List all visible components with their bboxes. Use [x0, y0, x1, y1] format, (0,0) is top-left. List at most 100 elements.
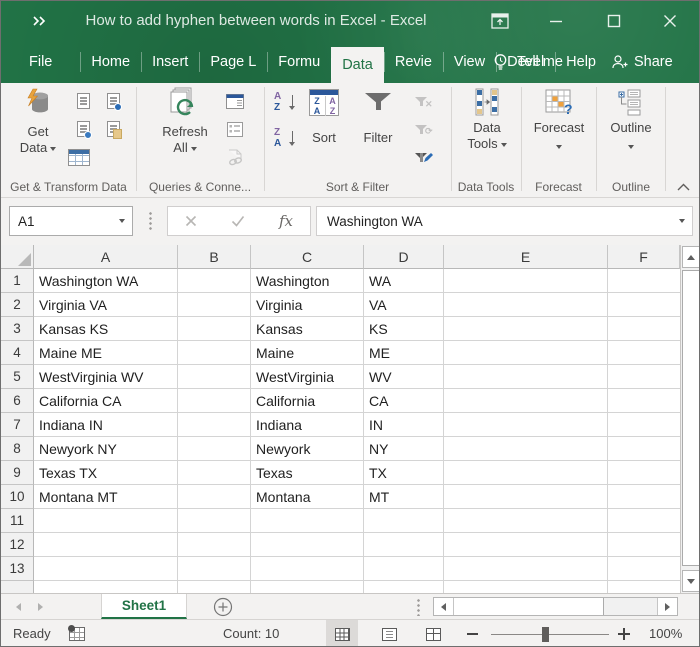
tell-me-button[interactable]: Tell me [493, 41, 563, 83]
cell[interactable]: MT [364, 485, 444, 509]
cell[interactable] [178, 509, 251, 533]
row-header[interactable]: 6 [1, 389, 34, 413]
tab-file[interactable]: File [15, 41, 66, 83]
sheetbar-separator[interactable] [417, 598, 420, 616]
cell[interactable] [364, 533, 444, 557]
cell[interactable] [608, 365, 680, 389]
scroll-left-button[interactable] [434, 598, 454, 615]
cell[interactable]: Maine ME [34, 341, 178, 365]
maximize-button[interactable] [601, 9, 627, 33]
scroll-up-button[interactable] [682, 246, 700, 268]
cell[interactable] [178, 557, 251, 581]
cell[interactable] [178, 389, 251, 413]
cell[interactable] [444, 389, 608, 413]
name-box-dropdown-icon[interactable] [112, 207, 132, 235]
sheet-tab-sheet1[interactable]: Sheet1 [101, 594, 187, 619]
column-header-a[interactable]: A [34, 245, 178, 269]
share-button[interactable]: Share [611, 41, 673, 83]
cell[interactable] [608, 509, 680, 533]
sort-button[interactable]: ZA AZ Sort [301, 87, 347, 146]
cell[interactable]: California [251, 389, 364, 413]
cell[interactable] [608, 341, 680, 365]
cell[interactable] [34, 533, 178, 557]
row-header[interactable]: 11 [1, 509, 34, 533]
cell[interactable]: Indiana [251, 413, 364, 437]
filter-button[interactable]: Filter [353, 87, 403, 146]
name-box[interactable]: A1 [9, 206, 133, 236]
cell[interactable] [178, 269, 251, 293]
cell[interactable]: WestVirginia WV [34, 365, 178, 389]
cell[interactable]: IN [364, 413, 444, 437]
edit-links-button[interactable] [223, 145, 247, 169]
row-header[interactable]: 3 [1, 317, 34, 341]
cell[interactable] [364, 557, 444, 581]
cell[interactable] [178, 485, 251, 509]
cell[interactable] [178, 461, 251, 485]
cell[interactable] [444, 293, 608, 317]
cell[interactable]: CA [364, 389, 444, 413]
vertical-scrollbar[interactable] [680, 245, 700, 593]
tab-insert[interactable]: Insert [141, 41, 199, 83]
page-break-view-button[interactable] [417, 620, 449, 647]
cell[interactable]: WV [364, 365, 444, 389]
cell[interactable] [364, 509, 444, 533]
cell[interactable] [608, 389, 680, 413]
zoom-out-button[interactable] [467, 633, 478, 635]
get-data-button[interactable]: Get Data [9, 87, 67, 156]
cell[interactable] [178, 293, 251, 317]
cell[interactable] [444, 437, 608, 461]
outline-button[interactable]: Outline [602, 87, 660, 152]
tab-page-layout[interactable]: Page L [199, 41, 267, 83]
cell[interactable] [608, 557, 680, 581]
cell[interactable]: Kansas KS [34, 317, 178, 341]
row-header[interactable]: 9 [1, 461, 34, 485]
cell[interactable] [608, 437, 680, 461]
cell[interactable]: VA [364, 293, 444, 317]
cell[interactable]: WestVirginia [251, 365, 364, 389]
sort-descending-button[interactable]: ZA [273, 127, 297, 151]
column-header-c[interactable]: C [251, 245, 364, 269]
cell[interactable] [178, 533, 251, 557]
cell[interactable]: Texas TX [34, 461, 178, 485]
cell[interactable]: Virginia VA [34, 293, 178, 317]
column-header-e[interactable]: E [444, 245, 608, 269]
cell[interactable] [444, 365, 608, 389]
new-sheet-button[interactable] [213, 597, 233, 617]
advanced-filter-button[interactable] [409, 144, 433, 168]
cell[interactable] [178, 317, 251, 341]
row-header[interactable]: 1 [1, 269, 34, 293]
vertical-scrollbar-thumb[interactable] [682, 270, 700, 566]
existing-connections-button[interactable] [101, 89, 125, 113]
page-layout-view-button[interactable] [373, 620, 405, 647]
recent-sources-copy-button[interactable] [101, 117, 125, 141]
cell[interactable]: ME [364, 341, 444, 365]
insert-function-icon[interactable]: fx [279, 212, 293, 230]
select-all-corner[interactable] [1, 245, 34, 269]
zoom-slider-thumb[interactable] [542, 627, 549, 642]
cell[interactable]: NY [364, 437, 444, 461]
queries-connections-button[interactable] [223, 89, 247, 113]
cell[interactable]: Montana [251, 485, 364, 509]
tab-review[interactable]: Revie [384, 41, 443, 83]
cell[interactable] [444, 269, 608, 293]
row-header[interactable]: 12 [1, 533, 34, 557]
cell[interactable] [608, 485, 680, 509]
cell[interactable]: Indiana IN [34, 413, 178, 437]
cell[interactable] [178, 437, 251, 461]
minimize-button[interactable] [543, 9, 569, 33]
zoom-level[interactable]: 100% [649, 620, 682, 647]
cell[interactable]: Washington [251, 269, 364, 293]
scroll-down-button[interactable] [682, 570, 700, 592]
cell[interactable]: Virginia [251, 293, 364, 317]
next-sheet-button[interactable] [33, 601, 47, 613]
cell[interactable] [444, 413, 608, 437]
cell[interactable]: Newyork NY [34, 437, 178, 461]
zoom-slider-track[interactable] [491, 634, 609, 636]
cell[interactable] [444, 533, 608, 557]
cell[interactable] [608, 317, 680, 341]
tab-view[interactable]: View [443, 41, 496, 83]
clear-filter-button[interactable]: ✕ [409, 88, 433, 112]
cell[interactable] [178, 413, 251, 437]
cell[interactable] [444, 461, 608, 485]
refresh-all-button[interactable]: Refresh All [153, 87, 217, 156]
